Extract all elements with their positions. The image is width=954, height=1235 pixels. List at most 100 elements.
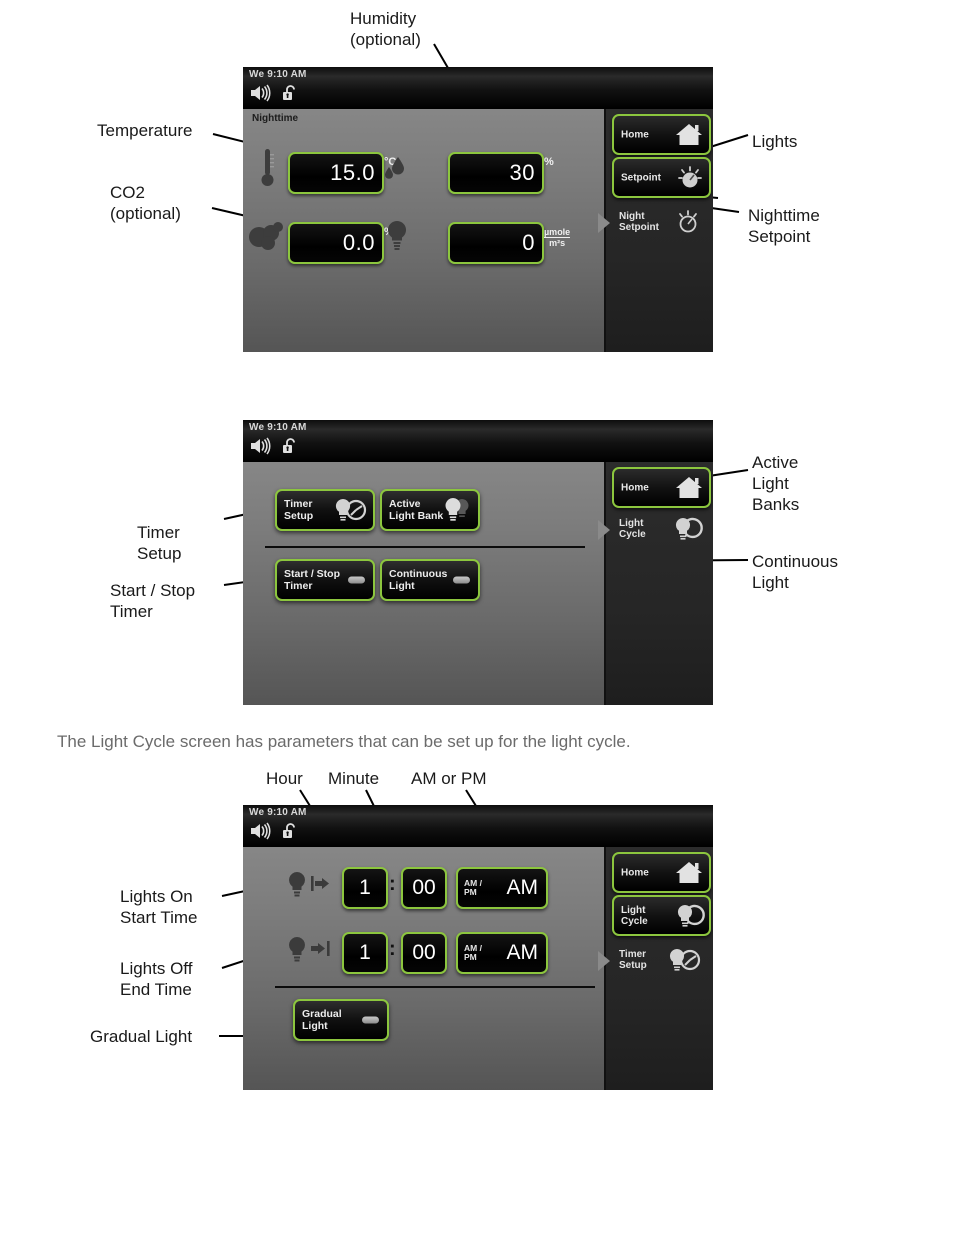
setpoint-dial-icon <box>676 164 704 192</box>
sidebar-item-home[interactable]: Home <box>612 467 711 508</box>
annotation-lights-on-start-time: Lights On Start Time <box>120 887 198 927</box>
temperature-field[interactable]: 15.0 <box>288 152 384 194</box>
unlock-icon <box>281 84 299 102</box>
co2-value: 0.0 <box>342 230 375 255</box>
bulb-end-icon <box>285 934 333 968</box>
lights-on-separator: : <box>389 873 396 895</box>
thermometer-icon <box>259 147 277 189</box>
lights-off-minute[interactable]: 00 <box>401 932 447 974</box>
sidebar-item-light-cycle-label: Light Cycle <box>619 517 646 540</box>
lights-on-minute[interactable]: 00 <box>401 867 447 909</box>
light-cycle-icon <box>674 902 705 930</box>
sidebar-item-home[interactable]: Home <box>612 852 711 893</box>
status-time: We 9:10 AM <box>249 807 307 818</box>
screen-light-cycle: We 9:10 AM Timer Setup Active Light Bank <box>243 420 713 705</box>
sidebar-item-home-label: Home <box>621 482 649 493</box>
mode-label: Nighttime <box>252 113 299 124</box>
annotation-co2: CO2 (optional) <box>110 183 181 223</box>
unlock-icon <box>281 822 299 840</box>
lights-on-ampm-tag: AM / PM <box>464 878 482 897</box>
light-value: 0 <box>522 230 535 255</box>
bulb-start-icon <box>285 869 333 903</box>
sidebar-item-home[interactable]: Home <box>612 114 711 155</box>
lights-off-hour[interactable]: 1 <box>342 932 388 974</box>
sidebar-item-night-setpoint[interactable]: Night Setpoint <box>612 203 707 240</box>
sidebar-item-light-cycle[interactable]: Light Cycle <box>612 895 711 936</box>
screen3-sidebar: Home Light Cycle Timer Setup <box>598 847 713 1090</box>
annotation-timer-setup: Timer Setup <box>137 523 182 563</box>
lights-on-ampm-value: AM <box>506 876 539 899</box>
button-active-light-bank[interactable]: Active Light Bank <box>380 489 480 531</box>
home-icon <box>674 475 704 501</box>
screen1-sidebar: Home Setpoint Night Setpoint <box>598 109 713 352</box>
sidebar-item-timer-setup[interactable]: Timer Setup <box>612 941 707 978</box>
lights-on-ampm[interactable]: AM / PM AM <box>456 867 548 909</box>
button-timer-setup-label: Timer Setup <box>284 498 314 522</box>
button-timer-setup[interactable]: Timer Setup <box>275 489 375 531</box>
sidebar-item-setpoint-label: Setpoint <box>621 172 661 183</box>
lights-off-separator: : <box>389 938 396 960</box>
sidebar-item-home-label: Home <box>621 129 649 140</box>
sidebar-item-home-label: Home <box>621 867 649 878</box>
status-bar: We 9:10 AM <box>243 805 713 847</box>
co2-field[interactable]: 0.0 <box>288 222 384 264</box>
section-divider <box>275 986 595 988</box>
screen2-sidebar: Home Light Cycle <box>598 462 713 705</box>
annotation-minute: Minute <box>328 769 380 788</box>
annotation-continuous-light: Continuous Light <box>752 552 839 592</box>
light-cycle-paragraph: The Light Cycle screen has parameters th… <box>57 732 631 751</box>
sidebar-item-night-setpoint-label: Night Setpoint <box>619 210 659 233</box>
lights-off-hour-value: 1 <box>359 941 371 964</box>
button-gradual-light[interactable]: Gradual Light <box>293 999 389 1041</box>
screen2-content: Timer Setup Active Light Bank Start / St… <box>243 462 604 705</box>
status-time: We 9:10 AM <box>249 422 307 433</box>
annotation-gradual-light: Gradual Light <box>90 1027 193 1046</box>
unlock-icon <box>281 437 299 455</box>
lights-on-minute-value: 00 <box>412 876 436 899</box>
light-unit-numerator: µmole <box>544 227 571 237</box>
droplet-icon <box>382 155 408 185</box>
active-tab-marker <box>598 520 610 540</box>
annotation-lights-off-end-time: Lights Off End Time <box>120 959 193 999</box>
status-bar: We 9:10 AM <box>243 420 713 462</box>
start-stop-timer-toggle[interactable] <box>348 576 365 584</box>
lights-off-ampm[interactable]: AM / PM AM <box>456 932 548 974</box>
active-tab-marker <box>598 951 610 971</box>
button-start-stop-timer-label: Start / Stop Timer <box>284 568 341 592</box>
screen3-content: 1 : 00 AM / PM AM 1 : 00 AM / PM AM Grad… <box>243 847 604 1090</box>
screen-timer-setup: We 9:10 AM 1 : 00 AM / PM AM 1: 00 AM /… <box>243 805 713 1090</box>
timer-setup-icon <box>332 496 368 524</box>
annotation-humidity: Humidity (optional) <box>350 9 421 49</box>
lights-off-minute-value: 00 <box>412 941 436 964</box>
button-continuous-light[interactable]: Continuous Light <box>380 559 480 601</box>
night-setpoint-dial-icon <box>674 208 702 236</box>
light-unit: µmole m²s <box>544 227 571 248</box>
button-active-light-bank-label: Active Light Bank <box>389 498 444 522</box>
screen-night-setpoint: We 9:10 AM Nighttime 15.0 °C 30 % 0.0 0 … <box>243 67 713 352</box>
button-gradual-light-label: Gradual Light <box>302 1008 342 1032</box>
speaker-icon <box>249 437 273 455</box>
sidebar-item-light-cycle[interactable]: Light Cycle <box>612 510 707 547</box>
lights-on-hour[interactable]: 1 <box>342 867 388 909</box>
active-tab-marker <box>598 213 610 233</box>
home-icon <box>674 122 704 148</box>
gradual-light-toggle[interactable] <box>362 1016 379 1024</box>
humidity-field[interactable]: 30 <box>448 152 544 194</box>
lights-on-hour-value: 1 <box>359 876 371 899</box>
annotation-hour: Hour <box>266 769 303 788</box>
section-divider <box>265 546 585 548</box>
temperature-value: 15.0 <box>330 160 375 185</box>
sidebar-item-setpoint[interactable]: Setpoint <box>612 157 711 198</box>
lights-off-ampm-value: AM <box>506 941 539 964</box>
continuous-light-toggle[interactable] <box>453 576 470 584</box>
annotation-nighttime-setpoint: Nighttime Setpoint <box>748 206 820 246</box>
home-icon <box>674 860 704 886</box>
annotation-am-or-pm: AM or PM <box>411 769 487 788</box>
light-unit-denominator: m²s <box>544 237 571 248</box>
light-bank-icon <box>443 496 473 524</box>
button-start-stop-timer[interactable]: Start / Stop Timer <box>275 559 375 601</box>
co2-cloud-icon <box>247 217 287 251</box>
light-field[interactable]: 0 <box>448 222 544 264</box>
annotation-active-light-banks: Active Light Banks <box>752 453 800 514</box>
annotation-start-stop-timer: Start / Stop Timer <box>110 581 196 621</box>
